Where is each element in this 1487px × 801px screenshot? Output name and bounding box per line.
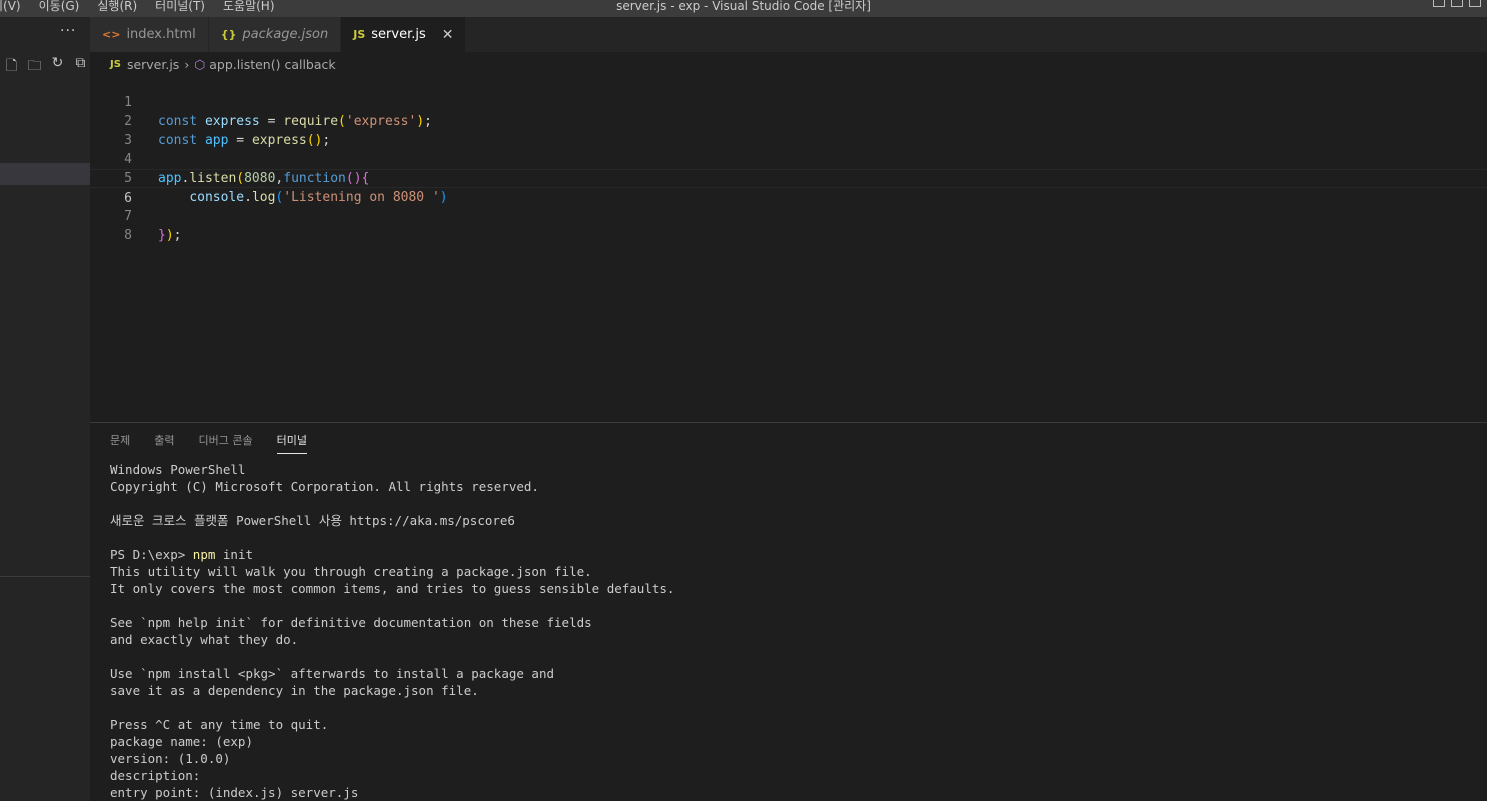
toggle-sidebar-icon[interactable] bbox=[1433, 0, 1445, 7]
line-number: 8 bbox=[124, 228, 132, 243]
window-title: server.js - exp - Visual Studio Code [관리… bbox=[616, 0, 871, 13]
selected-file-row[interactable] bbox=[0, 163, 90, 185]
tab-index-html[interactable]: <> index.html bbox=[90, 17, 209, 52]
more-actions-icon[interactable]: ··· bbox=[60, 23, 76, 39]
toggle-panel-icon[interactable] bbox=[1451, 0, 1463, 7]
terminal-line: package name: (exp) bbox=[110, 734, 253, 749]
tab-server-js[interactable]: JS server.js ✕ bbox=[341, 17, 467, 52]
explorer-sidebar: ··· 🗋 🗀 ↻ ⧉ bbox=[0, 17, 90, 801]
code-line: 7 }); bbox=[90, 188, 1487, 243]
terminal-line: save it as a dependency in the package.j… bbox=[110, 683, 479, 698]
sidebar-divider bbox=[0, 576, 90, 577]
tab-output[interactable]: 출력 bbox=[154, 432, 174, 454]
js-file-icon: JS bbox=[353, 28, 366, 41]
code-line-current: 6 bbox=[90, 169, 1487, 206]
breadcrumb-file[interactable]: server.js bbox=[127, 57, 179, 72]
terminal-output[interactable]: Windows PowerShell Copyright (C) Microsof… bbox=[110, 461, 674, 801]
terminal-line: PS D:\exp> npm init bbox=[110, 547, 254, 562]
refresh-icon[interactable]: ↻ bbox=[46, 55, 69, 79]
method-icon: ⬡ bbox=[194, 56, 206, 72]
tab-label: server.js bbox=[371, 27, 426, 42]
terminal-line: Press ^C at any time to quit. bbox=[110, 717, 329, 732]
tab-debug-console[interactable]: 디버그 콘솔 bbox=[199, 432, 253, 454]
code-line: 3 bbox=[90, 112, 1487, 148]
terminal-line: Windows PowerShell bbox=[110, 462, 246, 477]
title-bar: 기(V) 이동(G) 실행(R) 터미널(T) 도움말(H) server.js… bbox=[0, 0, 1487, 17]
code-editor[interactable]: 1 const express = require('express'); 2 … bbox=[90, 74, 1487, 422]
terminal-line: This utility will walk you through creat… bbox=[110, 564, 592, 579]
breadcrumb: JS server.js › ⬡ app.listen() callback bbox=[110, 55, 336, 73]
terminal-line: 새로운 크로스 플랫폼 PowerShell 사용 https://aka.ms… bbox=[110, 513, 515, 528]
terminal-line: version: (1.0.0) bbox=[110, 751, 231, 766]
terminal-line: Copyright (C) Microsoft Corporation. All… bbox=[110, 479, 539, 494]
code-line: 5 console.log('Listening on 8080 ') bbox=[90, 150, 1487, 205]
breadcrumb-symbol[interactable]: app.listen() callback bbox=[209, 57, 335, 72]
close-icon[interactable]: ✕ bbox=[442, 27, 454, 43]
new-file-icon[interactable]: 🗋 bbox=[0, 55, 23, 79]
tab-label: index.html bbox=[126, 27, 196, 42]
json-file-icon: {} bbox=[220, 28, 237, 41]
explorer-actions: 🗋 🗀 ↻ ⧉ bbox=[0, 55, 92, 79]
new-folder-icon[interactable]: 🗀 bbox=[23, 55, 46, 79]
tab-problems[interactable]: 문제 bbox=[110, 432, 130, 454]
html-file-icon: <> bbox=[102, 28, 121, 41]
code-line: 4 app.listen(8080,function(){ bbox=[90, 131, 1487, 186]
panel-tabs: 문제 출력 디버그 콘솔 터미널 bbox=[110, 432, 331, 454]
code-line: 1 const express = require('express'); bbox=[90, 74, 1487, 129]
terminal-line: See `npm help init` for definitive docum… bbox=[110, 615, 592, 630]
tab-package-json[interactable]: {} package.json bbox=[208, 17, 342, 52]
code-line: 8 bbox=[90, 207, 1487, 243]
toggle-secondary-sidebar-icon[interactable] bbox=[1469, 0, 1481, 7]
code-line: 2 const app = express(); bbox=[90, 93, 1487, 148]
bottom-panel: 문제 출력 디버그 콘솔 터미널 Windows PowerShell Copyr… bbox=[90, 422, 1487, 801]
terminal-line: and exactly what they do. bbox=[110, 632, 299, 647]
terminal-line: description: bbox=[110, 768, 201, 783]
terminal-line: entry point: (index.js) server.js bbox=[110, 785, 359, 800]
js-file-icon: JS bbox=[110, 58, 121, 70]
layout-controls bbox=[1433, 0, 1481, 7]
tab-label: package.json bbox=[242, 27, 329, 42]
terminal-line: Use `npm install <pkg>` afterwards to in… bbox=[110, 666, 555, 681]
terminal-line: It only covers the most common items, an… bbox=[110, 581, 675, 596]
editor-tab-bar: <> index.html {} package.json JS server.… bbox=[90, 17, 1487, 52]
tab-terminal[interactable]: 터미널 bbox=[276, 432, 307, 454]
chevron-right-icon: › bbox=[184, 56, 190, 72]
collapse-all-icon[interactable]: ⧉ bbox=[69, 55, 92, 79]
